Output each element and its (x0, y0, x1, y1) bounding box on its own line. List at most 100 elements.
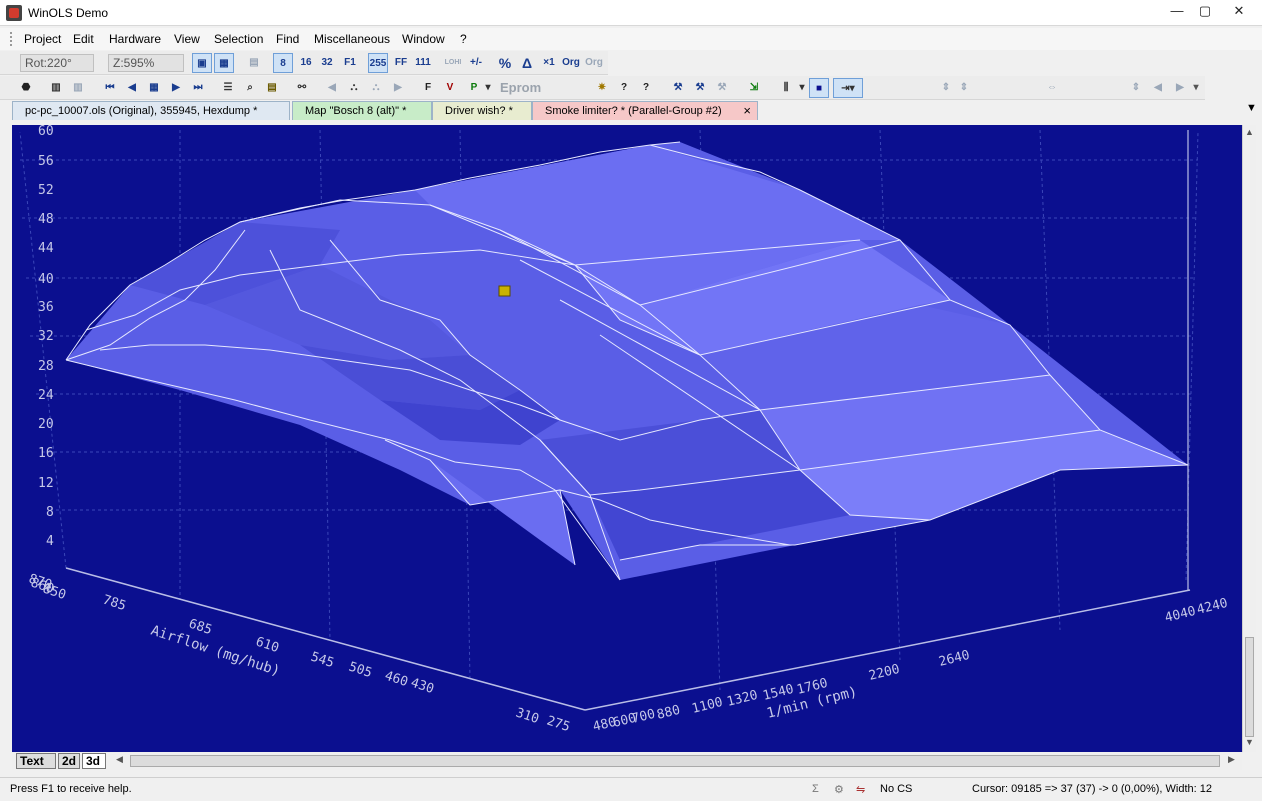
export-icon[interactable]: ⇲ (744, 78, 764, 98)
scroll-left-icon[interactable]: ◀ (116, 754, 123, 765)
view-mode-1-icon[interactable]: ▣ (192, 53, 212, 73)
color-mode-icon[interactable]: ■ (809, 78, 829, 98)
rotation-spinner[interactable]: Rot:220° (20, 54, 94, 72)
rpm-tick-700: 700 (630, 707, 656, 727)
link-icon[interactable]: ⚯ (292, 78, 312, 98)
columns-icon[interactable]: ⫼ (776, 78, 796, 98)
tab-driver-wish[interactable]: Driver wish? * (432, 101, 532, 120)
tool-2-icon[interactable]: ⚒ (690, 78, 710, 98)
menu-miscellaneous[interactable]: Miscellaneous (314, 32, 390, 46)
3d-surface-plot[interactable]: 60 56 52 48 44 40 36 32 28 24 20 16 12 8… (12, 125, 1242, 752)
window-copy-2-icon[interactable]: ▥ (68, 78, 88, 98)
menu-help[interactable]: ? (460, 32, 467, 46)
factor-button[interactable]: ×1 (539, 53, 559, 73)
original-button[interactable]: Org (561, 53, 581, 73)
tab-text-view[interactable]: Text (16, 753, 56, 769)
close-tab-icon[interactable]: × (743, 102, 751, 120)
binary-button[interactable]: 111 (413, 53, 433, 73)
vertical-scroll-thumb[interactable] (1245, 637, 1254, 737)
context-help-icon[interactable]: ? (636, 78, 656, 98)
lohi-button[interactable]: LOHI (443, 53, 463, 73)
3d-map-view[interactable]: 60 56 52 48 44 40 36 32 28 24 20 16 12 8… (12, 125, 1242, 752)
delta-button[interactable]: Δ (517, 53, 537, 73)
tab-list-dropdown-icon[interactable]: ▼ (1246, 102, 1257, 114)
tab-smoke-limiter[interactable]: Smoke limiter? * (Parallel-Group #2) × (532, 101, 758, 120)
spin-c-icon[interactable]: ⇕ (1126, 78, 1146, 98)
winols-app-icon (6, 5, 22, 21)
airflow-tick-610: 610 (254, 635, 281, 657)
cell-cursor-marker[interactable] (498, 285, 511, 297)
percent-button[interactable]: % (495, 53, 515, 73)
bits-8-button[interactable]: 8 (273, 53, 293, 73)
v-button-icon[interactable]: V (440, 78, 460, 98)
z-tick-4: 4 (46, 534, 54, 549)
menu-edit[interactable]: Edit (73, 32, 94, 46)
view-mode-2-icon[interactable]: ▦ (214, 53, 234, 73)
next-map-icon[interactable]: ▶ (166, 78, 186, 98)
tab-3d-view[interactable]: 3d (82, 753, 106, 769)
toolbar-overflow-icon[interactable]: ▾ (1190, 78, 1202, 98)
zoom-spinner[interactable]: Z:595% (108, 54, 184, 72)
rpm-tick-2200: 2200 (867, 662, 901, 684)
prev-arrow-icon[interactable]: ◀ (322, 78, 342, 98)
menu-find[interactable]: Find (276, 32, 299, 46)
search-map-icon[interactable]: ⌕ (240, 78, 260, 98)
hex-button[interactable]: FF (391, 53, 411, 73)
columns-dropdown-icon[interactable]: ▾ (797, 78, 807, 98)
next-arrow-icon[interactable]: ▶ (388, 78, 408, 98)
p-dropdown-icon[interactable]: ▾ (483, 78, 493, 98)
connect-icon[interactable]: ⛬ (344, 78, 364, 98)
tool-1-icon[interactable]: ⚒ (668, 78, 688, 98)
map-surface (66, 142, 1188, 580)
help-icon[interactable]: ? (614, 78, 634, 98)
horizontal-scroll-thumb[interactable] (130, 755, 1220, 767)
airflow-axis: 870 860 850 785 685 610 545 505 460 430 … (27, 572, 572, 736)
bits-16-button[interactable]: 16 (296, 53, 316, 73)
bits-32-button[interactable]: 32 (317, 53, 337, 73)
original-compare-button[interactable]: Org (584, 53, 604, 73)
tab-hexdump[interactable]: pc-pc_10007.ols (Original), 355945, Hexd… (12, 101, 290, 120)
z-tick-16: 16 (38, 446, 54, 461)
menu-hardware[interactable]: Hardware (109, 32, 161, 46)
first-map-icon[interactable]: ⏮ (100, 78, 120, 98)
disconnect-icon[interactable]: ⛬ (366, 78, 386, 98)
slider-icon[interactable]: ⇔ (1042, 78, 1062, 98)
align-icon[interactable]: ⇥▾ (833, 78, 863, 98)
tree-icon[interactable]: ☰ (218, 78, 238, 98)
z-tick-12: 12 (38, 476, 54, 491)
f-button-icon[interactable]: F (418, 78, 438, 98)
scroll-up-icon[interactable]: ▲ (1245, 127, 1254, 137)
airflow-tick-545: 545 (309, 650, 336, 672)
tool-3-icon[interactable]: ⚒ (712, 78, 732, 98)
window-copy-icon[interactable]: ▥ (46, 78, 66, 98)
map-list-icon[interactable]: ▦ (144, 78, 164, 98)
previous-map-icon[interactable]: ◀ (122, 78, 142, 98)
minimize-button[interactable]: — (1164, 2, 1190, 20)
sign-icon[interactable]: +/- (466, 53, 486, 73)
decimal-button[interactable]: 255 (368, 53, 388, 73)
last-map-icon[interactable]: ⏭ (188, 78, 208, 98)
close-window-button[interactable]: ✕ (1226, 2, 1252, 20)
menu-window[interactable]: Window (402, 32, 445, 46)
tab-2d-view[interactable]: 2d (58, 753, 80, 769)
back-icon[interactable]: ◀ (1148, 78, 1168, 98)
scroll-down-icon[interactable]: ▼ (1245, 737, 1254, 747)
menu-selection[interactable]: Selection (214, 32, 263, 46)
menu-project[interactable]: Project (24, 32, 61, 46)
magic-icon[interactable]: ✷ (592, 78, 612, 98)
tab-bosch-map[interactable]: Map "Bosch 8 (alt)" * (292, 101, 432, 120)
project-icon[interactable]: ⬣ (16, 78, 36, 98)
grid-icon[interactable]: ▤ (244, 53, 264, 73)
spin-b-icon[interactable]: ⇕ (954, 78, 974, 98)
p-button-icon[interactable]: P (464, 78, 484, 98)
menu-view[interactable]: View (174, 32, 200, 46)
spin-a-icon[interactable]: ⇕ (936, 78, 956, 98)
vertical-scrollbar[interactable]: ▲ ▼ (1242, 125, 1256, 752)
scroll-right-icon[interactable]: ▶ (1228, 754, 1235, 765)
eprom-label[interactable]: Eprom (500, 80, 541, 95)
maximize-button[interactable]: ▢ (1192, 2, 1218, 20)
float-button[interactable]: F1 (340, 53, 360, 73)
document-icon[interactable]: ▤ (262, 78, 282, 98)
forward-icon[interactable]: ▶ (1170, 78, 1190, 98)
airflow-tick-505: 505 (347, 660, 374, 682)
